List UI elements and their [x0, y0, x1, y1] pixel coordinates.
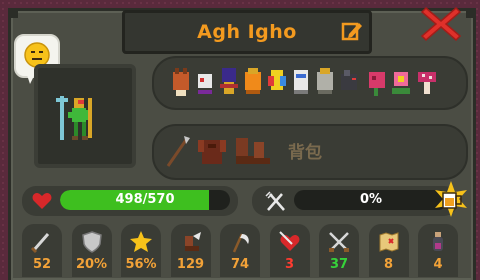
stat-crossed-swords[interactable]: 37 — [319, 224, 359, 277]
hunger-row: 0% — [252, 186, 458, 216]
stat-treasure-map[interactable]: 8 — [368, 224, 409, 277]
pet-flame-icon[interactable] — [266, 64, 288, 100]
stat-heart-dagger[interactable]: 3 — [269, 224, 310, 277]
pencil-icon — [341, 22, 362, 41]
boots-slot[interactable] — [232, 134, 272, 174]
character-name: Agh Igho — [197, 21, 297, 43]
stat-star-burst[interactable]: 56% — [121, 224, 161, 277]
spear-icon — [166, 136, 190, 167]
pet-bird-icon[interactable] — [194, 64, 216, 100]
leather-armor-icon — [198, 140, 226, 164]
stat-value: 37 — [329, 257, 349, 272]
armor-slot[interactable] — [196, 134, 228, 174]
scythe-icon — [232, 233, 249, 253]
character-sprite-icon — [56, 96, 92, 140]
stat-winged-boot[interactable]: 129 — [170, 224, 211, 277]
edit-name-button[interactable] — [341, 20, 363, 42]
pet-raven-icon[interactable] — [338, 64, 360, 100]
heart-dagger-icon — [278, 231, 299, 251]
beer-mug-icon — [435, 181, 467, 217]
health-row: 498/570 — [22, 186, 238, 216]
stat-value: 52 — [32, 257, 52, 272]
hunger-value: 0% — [359, 192, 383, 207]
spear-slot[interactable] — [164, 134, 192, 174]
fork-knife-icon — [265, 191, 285, 211]
winged-boot-icon — [184, 232, 201, 251]
panel-corner — [466, 8, 476, 18]
close-button[interactable] — [418, 2, 464, 46]
stat-scythe[interactable]: 74 — [220, 224, 260, 277]
pet-mushroom-icon[interactable] — [416, 64, 438, 100]
stat-value: 74 — [230, 257, 250, 272]
pet-knight-icon[interactable] — [290, 64, 312, 100]
backpack-label[interactable]: 背包 — [288, 138, 322, 163]
name-bar: Agh Igho — [122, 10, 372, 54]
stats-row: 52 20% 56% 129 74 3 37 8 4 — [22, 224, 462, 277]
pet-flower-icon[interactable] — [390, 64, 412, 100]
stat-value: 8 — [383, 257, 394, 272]
star-burst-icon — [130, 231, 152, 252]
sword-icon — [30, 233, 50, 254]
stat-value: 129 — [176, 257, 205, 272]
pet-fox-icon[interactable] — [170, 64, 192, 100]
panel-corner — [8, 8, 18, 18]
crossed-swords-icon — [329, 232, 349, 252]
stat-value: 4 — [433, 257, 443, 272]
close-icon — [420, 6, 462, 42]
stat-value: 56% — [125, 257, 157, 272]
potion-icon — [433, 232, 443, 251]
pet-wizard-icon[interactable] — [218, 64, 240, 100]
treasure-map-icon — [379, 232, 398, 252]
beer-button[interactable] — [432, 180, 470, 218]
pet-rose-icon[interactable] — [366, 64, 388, 100]
stat-potion[interactable]: 4 — [418, 224, 458, 277]
stat-value: 20% — [75, 257, 108, 272]
leather-boots-icon — [236, 138, 270, 164]
pets-bar[interactable] — [152, 56, 468, 110]
pet-golem-icon[interactable] — [314, 64, 336, 100]
stat-sword[interactable]: 52 — [22, 224, 62, 277]
pet-dragon-icon[interactable] — [242, 64, 264, 100]
stat-value: 3 — [284, 257, 295, 272]
stat-shield[interactable]: 20% — [71, 224, 112, 277]
health-value: 498/570 — [115, 192, 175, 207]
shield-icon — [81, 231, 102, 253]
heart-icon — [32, 193, 52, 209]
avatar[interactable] — [34, 64, 136, 168]
